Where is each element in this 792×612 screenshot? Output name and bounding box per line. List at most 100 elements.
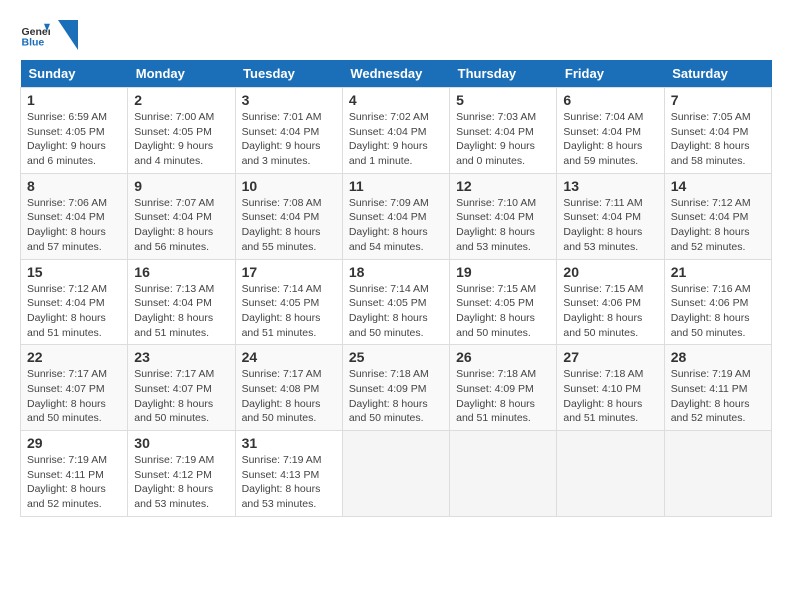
day-detail: Sunrise: 7:19 AMSunset: 4:11 PMDaylight:…	[27, 454, 107, 510]
day-number: 30	[134, 435, 228, 451]
day-number: 28	[671, 349, 765, 365]
calendar-cell	[450, 431, 557, 517]
column-header-friday: Friday	[557, 60, 664, 88]
day-number: 3	[242, 92, 336, 108]
day-detail: Sunrise: 7:12 AMSunset: 4:04 PMDaylight:…	[27, 283, 107, 339]
day-detail: Sunrise: 7:13 AMSunset: 4:04 PMDaylight:…	[134, 283, 214, 339]
day-detail: Sunrise: 7:05 AMSunset: 4:04 PMDaylight:…	[671, 111, 751, 167]
svg-text:Blue: Blue	[22, 37, 45, 49]
calendar-cell: 6 Sunrise: 7:04 AMSunset: 4:04 PMDayligh…	[557, 88, 664, 174]
calendar-cell: 25 Sunrise: 7:18 AMSunset: 4:09 PMDaylig…	[342, 345, 449, 431]
day-number: 14	[671, 178, 765, 194]
calendar-cell: 12 Sunrise: 7:10 AMSunset: 4:04 PMDaylig…	[450, 173, 557, 259]
calendar-cell: 13 Sunrise: 7:11 AMSunset: 4:04 PMDaylig…	[557, 173, 664, 259]
calendar-cell: 27 Sunrise: 7:18 AMSunset: 4:10 PMDaylig…	[557, 345, 664, 431]
day-number: 22	[27, 349, 121, 365]
day-number: 17	[242, 264, 336, 280]
day-number: 7	[671, 92, 765, 108]
calendar-cell: 17 Sunrise: 7:14 AMSunset: 4:05 PMDaylig…	[235, 259, 342, 345]
day-number: 11	[349, 178, 443, 194]
day-number: 27	[563, 349, 657, 365]
calendar-cell: 2 Sunrise: 7:00 AMSunset: 4:05 PMDayligh…	[128, 88, 235, 174]
column-header-tuesday: Tuesday	[235, 60, 342, 88]
column-header-monday: Monday	[128, 60, 235, 88]
day-number: 25	[349, 349, 443, 365]
day-number: 8	[27, 178, 121, 194]
day-number: 31	[242, 435, 336, 451]
day-number: 19	[456, 264, 550, 280]
day-detail: Sunrise: 7:15 AMSunset: 4:06 PMDaylight:…	[563, 283, 643, 339]
column-header-saturday: Saturday	[664, 60, 771, 88]
calendar-week-row: 22 Sunrise: 7:17 AMSunset: 4:07 PMDaylig…	[21, 345, 772, 431]
day-detail: Sunrise: 7:18 AMSunset: 4:10 PMDaylight:…	[563, 368, 643, 424]
day-number: 6	[563, 92, 657, 108]
day-detail: Sunrise: 7:19 AMSunset: 4:12 PMDaylight:…	[134, 454, 214, 510]
calendar-cell: 9 Sunrise: 7:07 AMSunset: 4:04 PMDayligh…	[128, 173, 235, 259]
day-detail: Sunrise: 7:07 AMSunset: 4:04 PMDaylight:…	[134, 197, 214, 253]
calendar-header: General Blue	[20, 20, 772, 50]
logo: General Blue	[20, 20, 78, 50]
day-detail: Sunrise: 7:08 AMSunset: 4:04 PMDaylight:…	[242, 197, 322, 253]
calendar-cell: 4 Sunrise: 7:02 AMSunset: 4:04 PMDayligh…	[342, 88, 449, 174]
calendar-cell: 18 Sunrise: 7:14 AMSunset: 4:05 PMDaylig…	[342, 259, 449, 345]
day-number: 2	[134, 92, 228, 108]
day-detail: Sunrise: 7:10 AMSunset: 4:04 PMDaylight:…	[456, 197, 536, 253]
calendar-header-row: SundayMondayTuesdayWednesdayThursdayFrid…	[21, 60, 772, 88]
calendar-cell: 22 Sunrise: 7:17 AMSunset: 4:07 PMDaylig…	[21, 345, 128, 431]
day-detail: Sunrise: 7:19 AMSunset: 4:13 PMDaylight:…	[242, 454, 322, 510]
day-detail: Sunrise: 7:12 AMSunset: 4:04 PMDaylight:…	[671, 197, 751, 253]
day-number: 5	[456, 92, 550, 108]
calendar-week-row: 8 Sunrise: 7:06 AMSunset: 4:04 PMDayligh…	[21, 173, 772, 259]
logo-arrow-icon	[58, 20, 78, 50]
calendar-cell	[557, 431, 664, 517]
calendar-cell: 3 Sunrise: 7:01 AMSunset: 4:04 PMDayligh…	[235, 88, 342, 174]
day-detail: Sunrise: 7:06 AMSunset: 4:04 PMDaylight:…	[27, 197, 107, 253]
calendar-week-row: 29 Sunrise: 7:19 AMSunset: 4:11 PMDaylig…	[21, 431, 772, 517]
calendar-cell: 5 Sunrise: 7:03 AMSunset: 4:04 PMDayligh…	[450, 88, 557, 174]
day-detail: Sunrise: 7:04 AMSunset: 4:04 PMDaylight:…	[563, 111, 643, 167]
calendar-cell: 11 Sunrise: 7:09 AMSunset: 4:04 PMDaylig…	[342, 173, 449, 259]
day-detail: Sunrise: 7:17 AMSunset: 4:08 PMDaylight:…	[242, 368, 322, 424]
day-number: 29	[27, 435, 121, 451]
day-detail: Sunrise: 7:16 AMSunset: 4:06 PMDaylight:…	[671, 283, 751, 339]
day-number: 20	[563, 264, 657, 280]
day-number: 9	[134, 178, 228, 194]
column-header-thursday: Thursday	[450, 60, 557, 88]
column-header-sunday: Sunday	[21, 60, 128, 88]
day-number: 13	[563, 178, 657, 194]
day-number: 16	[134, 264, 228, 280]
calendar-cell: 30 Sunrise: 7:19 AMSunset: 4:12 PMDaylig…	[128, 431, 235, 517]
calendar-table: SundayMondayTuesdayWednesdayThursdayFrid…	[20, 60, 772, 517]
day-number: 23	[134, 349, 228, 365]
day-detail: Sunrise: 7:03 AMSunset: 4:04 PMDaylight:…	[456, 111, 536, 167]
day-detail: Sunrise: 7:15 AMSunset: 4:05 PMDaylight:…	[456, 283, 536, 339]
day-detail: Sunrise: 7:14 AMSunset: 4:05 PMDaylight:…	[242, 283, 322, 339]
day-detail: Sunrise: 7:14 AMSunset: 4:05 PMDaylight:…	[349, 283, 429, 339]
day-number: 10	[242, 178, 336, 194]
day-number: 1	[27, 92, 121, 108]
calendar-cell: 24 Sunrise: 7:17 AMSunset: 4:08 PMDaylig…	[235, 345, 342, 431]
day-number: 15	[27, 264, 121, 280]
calendar-cell: 21 Sunrise: 7:16 AMSunset: 4:06 PMDaylig…	[664, 259, 771, 345]
calendar-cell: 31 Sunrise: 7:19 AMSunset: 4:13 PMDaylig…	[235, 431, 342, 517]
calendar-cell	[342, 431, 449, 517]
day-detail: Sunrise: 7:18 AMSunset: 4:09 PMDaylight:…	[349, 368, 429, 424]
calendar-cell: 16 Sunrise: 7:13 AMSunset: 4:04 PMDaylig…	[128, 259, 235, 345]
calendar-cell: 8 Sunrise: 7:06 AMSunset: 4:04 PMDayligh…	[21, 173, 128, 259]
day-detail: Sunrise: 7:17 AMSunset: 4:07 PMDaylight:…	[134, 368, 214, 424]
column-header-wednesday: Wednesday	[342, 60, 449, 88]
calendar-cell: 1 Sunrise: 6:59 AMSunset: 4:05 PMDayligh…	[21, 88, 128, 174]
calendar-cell: 7 Sunrise: 7:05 AMSunset: 4:04 PMDayligh…	[664, 88, 771, 174]
day-detail: Sunrise: 7:09 AMSunset: 4:04 PMDaylight:…	[349, 197, 429, 253]
calendar-cell: 29 Sunrise: 7:19 AMSunset: 4:11 PMDaylig…	[21, 431, 128, 517]
calendar-cell: 20 Sunrise: 7:15 AMSunset: 4:06 PMDaylig…	[557, 259, 664, 345]
day-detail: Sunrise: 6:59 AMSunset: 4:05 PMDaylight:…	[27, 111, 107, 167]
day-detail: Sunrise: 7:19 AMSunset: 4:11 PMDaylight:…	[671, 368, 751, 424]
day-number: 21	[671, 264, 765, 280]
day-detail: Sunrise: 7:01 AMSunset: 4:04 PMDaylight:…	[242, 111, 322, 167]
day-number: 4	[349, 92, 443, 108]
calendar-cell: 19 Sunrise: 7:15 AMSunset: 4:05 PMDaylig…	[450, 259, 557, 345]
calendar-cell: 23 Sunrise: 7:17 AMSunset: 4:07 PMDaylig…	[128, 345, 235, 431]
calendar-cell: 14 Sunrise: 7:12 AMSunset: 4:04 PMDaylig…	[664, 173, 771, 259]
logo-icon: General Blue	[20, 20, 50, 50]
